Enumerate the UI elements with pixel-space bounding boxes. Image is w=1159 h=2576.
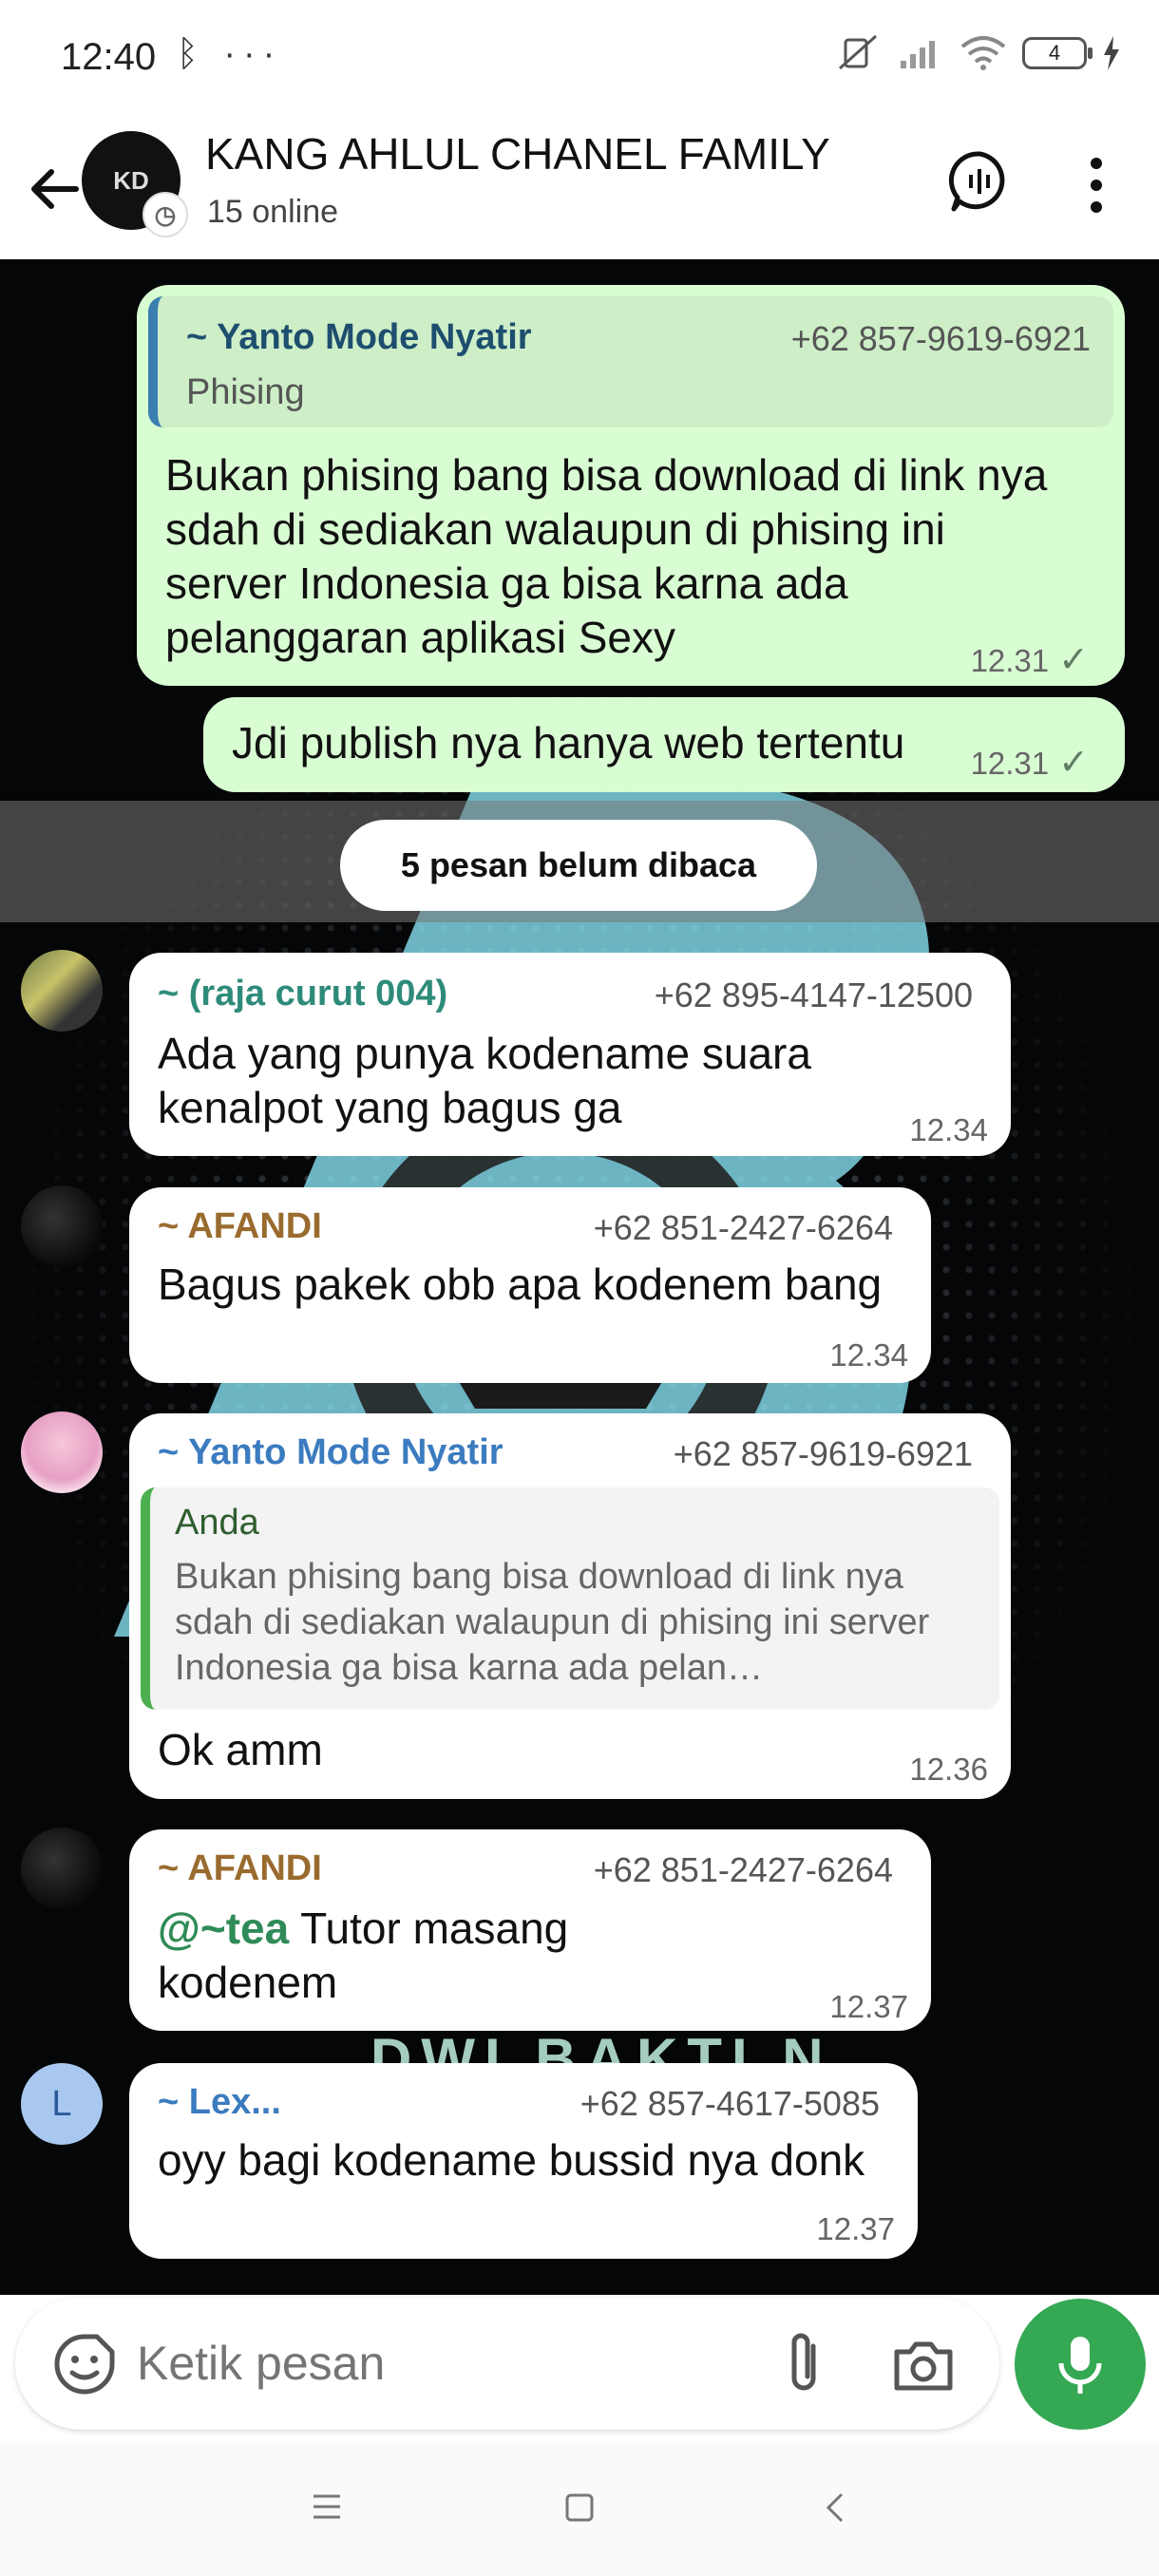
- group-title[interactable]: KANG AHLUL CHANEL FAMILY: [205, 128, 830, 180]
- back-nav-icon[interactable]: [823, 2491, 847, 2525]
- message-text: Ok amm: [158, 1725, 323, 1774]
- sender-name[interactable]: ~ AFANDI: [158, 1848, 322, 1889]
- mute-vibrate-icon: [838, 34, 878, 70]
- recent-apps-icon[interactable]: [312, 2492, 342, 2521]
- sender-phone: +62 857-9619-6921: [673, 1434, 973, 1473]
- quoted-message[interactable]: ~ Yanto Mode Nyatir +62 857-9619-6921 Ph…: [148, 296, 1113, 427]
- sent-tick-icon: ✓: [1058, 743, 1089, 783]
- more-vert-icon[interactable]: [1077, 152, 1115, 218]
- sender-avatar[interactable]: [21, 1411, 103, 1493]
- incoming-message[interactable]: ~ (raja curut 004) +62 895-4147-12500 Ad…: [129, 953, 1011, 1156]
- message-time: 12.31 ✓: [970, 743, 1089, 783]
- status-time: 12:40: [61, 36, 157, 78]
- voice-chat-icon[interactable]: [946, 148, 1013, 215]
- camera-icon[interactable]: [889, 2331, 958, 2399]
- incoming-message[interactable]: ~ AFANDI +62 851-2427-6264 @~tea Tutor m…: [129, 1829, 931, 2031]
- message-time: 12.36: [909, 1752, 988, 1787]
- battery-indicator: 4: [1022, 37, 1092, 69]
- status-notification-icons: ᛒ ···: [177, 34, 283, 74]
- home-icon[interactable]: [564, 2492, 595, 2523]
- sender-avatar[interactable]: L: [21, 2063, 103, 2145]
- sender-phone: +62 851-2427-6264: [593, 1850, 893, 1889]
- message-input[interactable]: [135, 2335, 671, 2392]
- quote-text: Phising: [186, 372, 305, 412]
- message-time: 12.37: [829, 1989, 908, 2024]
- message-text: Ada yang punya kodename suara kenalpot y…: [158, 1029, 811, 1132]
- quoted-message[interactable]: Anda Bukan phising bang bisa download di…: [141, 1487, 999, 1710]
- message-text: @~tea Tutor masang kodenem: [158, 1904, 569, 2007]
- mention-link[interactable]: @~tea: [158, 1904, 289, 1953]
- sent-tick-icon: ✓: [1058, 640, 1089, 680]
- system-nav-bar: [0, 2443, 1159, 2576]
- status-right-icons: 4: [838, 34, 1121, 72]
- online-count: 15 online: [207, 194, 339, 230]
- wifi-icon: [960, 36, 1006, 70]
- unread-count-pill: 5 pesan belum dibaca: [340, 820, 817, 911]
- group-avatar-logo: KD: [113, 165, 149, 195]
- sender-avatar[interactable]: [21, 1828, 103, 1909]
- incoming-message[interactable]: ~ AFANDI +62 851-2427-6264 Bagus pakek o…: [129, 1187, 931, 1383]
- quote-sender: Anda: [175, 1503, 259, 1543]
- sender-phone: +62 857-4617-5085: [580, 2084, 880, 2123]
- mic-icon: [1058, 2337, 1102, 2394]
- message-time: 12.31 ✓: [970, 640, 1089, 680]
- sender-avatar[interactable]: [21, 950, 103, 1032]
- mic-button[interactable]: [1015, 2299, 1146, 2430]
- message-time: 12.34: [829, 1337, 908, 1373]
- sender-name[interactable]: ~ (raja curut 004): [158, 974, 447, 1014]
- quote-text: Bukan phising bang bisa download di link…: [175, 1557, 930, 1688]
- attach-icon[interactable]: [775, 2329, 832, 2397]
- sender-name[interactable]: ~ Lex...: [158, 2082, 281, 2123]
- group-avatar[interactable]: KD ◷: [82, 131, 188, 237]
- status-bar: 12:40 ᛒ ··· 4: [0, 0, 1159, 119]
- message-time: 12.34: [909, 1112, 988, 1147]
- charging-icon: [1104, 36, 1119, 70]
- signal-icon: [901, 41, 935, 68]
- message-composer: [15, 2297, 999, 2430]
- message-text: Bukan phising bang bisa download di link…: [165, 450, 1048, 662]
- sender-phone: +62 895-4147-12500: [654, 975, 973, 1014]
- outgoing-message[interactable]: ~ Yanto Mode Nyatir +62 857-9619-6921 Ph…: [137, 285, 1125, 686]
- message-time: 12.37: [816, 2211, 895, 2246]
- outgoing-message[interactable]: Jdi publish nya hanya web tertentu 12.31…: [203, 697, 1125, 792]
- incoming-message[interactable]: ~ Lex... +62 857-4617-5085 oyy bagi kode…: [129, 2063, 918, 2259]
- sender-name[interactable]: ~ Yanto Mode Nyatir: [158, 1432, 504, 1473]
- message-text: oyy bagi kodename bussid nya donk: [158, 2135, 865, 2185]
- message-text: Jdi publish nya hanya web tertentu: [232, 718, 905, 767]
- quote-phone: +62 857-9619-6921: [790, 319, 1091, 358]
- incoming-message[interactable]: ~ Yanto Mode Nyatir +62 857-9619-6921 An…: [129, 1413, 1011, 1799]
- sender-phone: +62 851-2427-6264: [593, 1208, 893, 1247]
- sender-avatar[interactable]: [21, 1185, 103, 1267]
- sender-name[interactable]: ~ AFANDI: [158, 1206, 322, 1247]
- timer-badge-icon: ◷: [142, 192, 188, 237]
- emoji-icon[interactable]: [53, 2333, 116, 2396]
- message-text: Bagus pakek obb apa kodenem bang: [158, 1260, 883, 1309]
- quote-sender: ~ Yanto Mode Nyatir: [186, 317, 532, 357]
